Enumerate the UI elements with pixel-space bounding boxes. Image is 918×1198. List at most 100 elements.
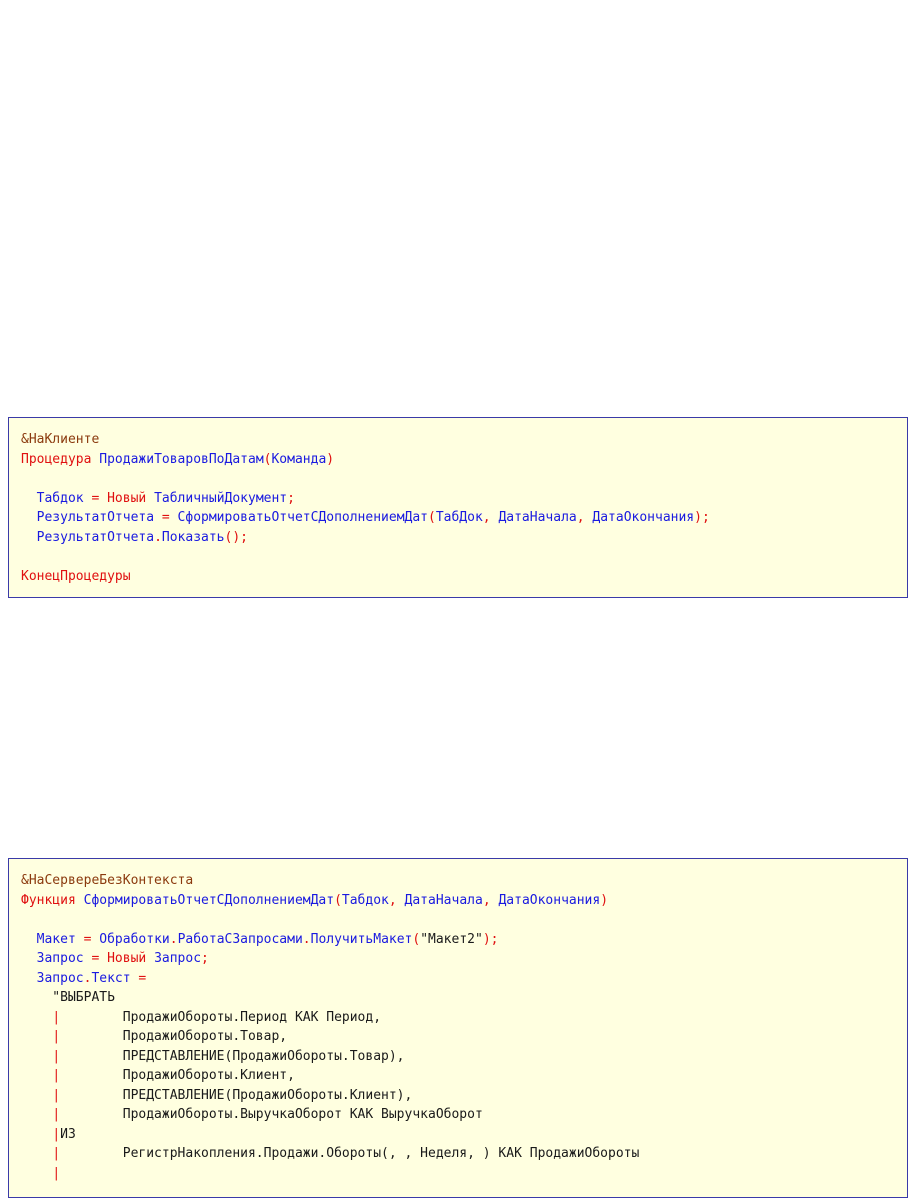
code-token: Обработки: [99, 931, 170, 947]
code-token: ,: [482, 510, 499, 525]
code-token: СформироватьОтчетСДополнениемДат: [177, 510, 428, 525]
code-token: =: [83, 490, 108, 506]
code-token: =: [83, 951, 108, 966]
code-token: );: [482, 931, 499, 947]
code-line: &НаКлиенте: [21, 430, 895, 450]
code-token: ПРЕДСТАВЛЕНИЕ(ПродажиОбороты.Товар),: [60, 1048, 405, 1064]
code-token: (: [428, 510, 436, 525]
code-token: Процедура: [21, 451, 92, 467]
code-line: &НаСервереБезКонтекста: [21, 871, 895, 891]
code-token: Запрос: [36, 970, 84, 986]
code-token: Показать: [161, 529, 225, 545]
code-block-server-function: &НаСервереБезКонтекста Функция Сформирова…: [8, 858, 908, 1198]
code-token: &НаКлиенте: [21, 432, 100, 447]
code-token: .: [302, 931, 311, 947]
code-token: РезультатОтчета: [36, 529, 155, 545]
code-token: ДатаОкончания: [592, 510, 695, 525]
code-token: ПродажиТоваровПоДатам: [99, 451, 264, 467]
code-line: Макет = Обработки.РаботаСЗапросами.Получ…: [21, 930, 895, 950]
code-token: ТабДок: [435, 510, 483, 525]
code-token: |: [52, 1107, 61, 1122]
code-line: РезультатОтчета.Показать();: [21, 528, 895, 548]
code-line: |: [21, 1164, 895, 1184]
code-token: ДатаНачала: [498, 510, 577, 525]
code-token: |: [52, 1029, 61, 1044]
code-line: | ПРЕДСТАВЛЕНИЕ(ПродажиОбороты.Товар),: [21, 1047, 895, 1067]
code-line: Запрос = Новый Запрос;: [21, 949, 895, 969]
code-token: |: [52, 1165, 61, 1181]
code-line: Процедура ПродажиТоваровПоДатам(Команда): [21, 450, 895, 470]
code-token: |: [52, 1087, 61, 1103]
code-token: ПродажиОбороты.ВыручкаОборот КАК Выручка…: [60, 1107, 483, 1122]
code-token: );: [694, 510, 710, 525]
code-token: Запрос: [36, 951, 84, 966]
code-token: ;: [287, 490, 295, 506]
code-token: =: [75, 931, 100, 947]
code-token: Текст: [91, 970, 131, 986]
code-token: .: [154, 529, 162, 545]
code-token: (: [334, 892, 342, 908]
code-line: РезультатОтчета = СформироватьОтчетСДопо…: [21, 508, 895, 528]
code-line: Табдок = Новый ТабличныйДокумент;: [21, 489, 895, 509]
code-token: ПродажиОбороты.Клиент,: [60, 1068, 295, 1083]
code-token: ПродажиОбороты.Период КАК Период,: [60, 1009, 382, 1025]
code-line: | ПРЕДСТАВЛЕНИЕ(ПродажиОбороты.Клиент),: [21, 1086, 895, 1106]
code-token: ,: [576, 510, 593, 525]
code-block-client-procedure: &НаКлиенте Процедура ПродажиТоваровПоДата…: [8, 417, 908, 598]
code-token: |: [52, 1146, 61, 1161]
code-token: Макет: [36, 931, 76, 947]
code-token: ;: [201, 951, 209, 966]
code-token: ,: [388, 892, 405, 908]
code-line: | ПродажиОбороты.Период КАК Период,: [21, 1008, 895, 1028]
code-token: "ВЫБРАТЬ: [21, 990, 115, 1005]
code-token: ПРЕДСТАВЛЕНИЕ(ПродажиОбороты.Клиент),: [60, 1087, 413, 1103]
code-line: | ПродажиОбороты.Товар,: [21, 1027, 895, 1047]
code-token: ПолучитьМакет: [310, 931, 413, 947]
code-token: КонецПроцедуры: [21, 568, 131, 584]
code-token: РезультатОтчета: [36, 510, 155, 525]
code-token: ): [600, 892, 609, 908]
code-token: "Макет2": [420, 931, 483, 947]
code-token: ): [326, 451, 335, 467]
code-token: |: [52, 1126, 61, 1142]
code-token: РегистрНакопления.Продажи.Обороты(, , Не…: [60, 1146, 640, 1161]
code-token: Функция: [21, 892, 76, 908]
code-line: "ВЫБРАТЬ: [21, 988, 895, 1008]
code-line: | ПродажиОбороты.Клиент,: [21, 1066, 895, 1086]
code-line: КонецПроцедуры: [21, 567, 895, 587]
code-token: |: [52, 1048, 61, 1064]
code-token: ,: [482, 892, 499, 908]
code-line: | РегистрНакопления.Продажи.Обороты(, , …: [21, 1144, 895, 1164]
code-token: ПродажиОбороты.Товар,: [60, 1029, 288, 1044]
code-token: .: [169, 931, 178, 947]
code-token: Новый: [107, 951, 147, 966]
code-token: Команда: [271, 451, 327, 467]
code-token: =: [154, 510, 178, 525]
code-token: СформироватьОтчетСДополнениемДат: [83, 892, 335, 908]
code-line: Запрос.Текст =: [21, 969, 895, 989]
code-token: |: [52, 1068, 61, 1083]
code-token: Табдок: [36, 490, 84, 506]
code-token: Табдок: [341, 892, 389, 908]
code-token: =: [130, 970, 147, 986]
code-token: |: [52, 1009, 61, 1025]
